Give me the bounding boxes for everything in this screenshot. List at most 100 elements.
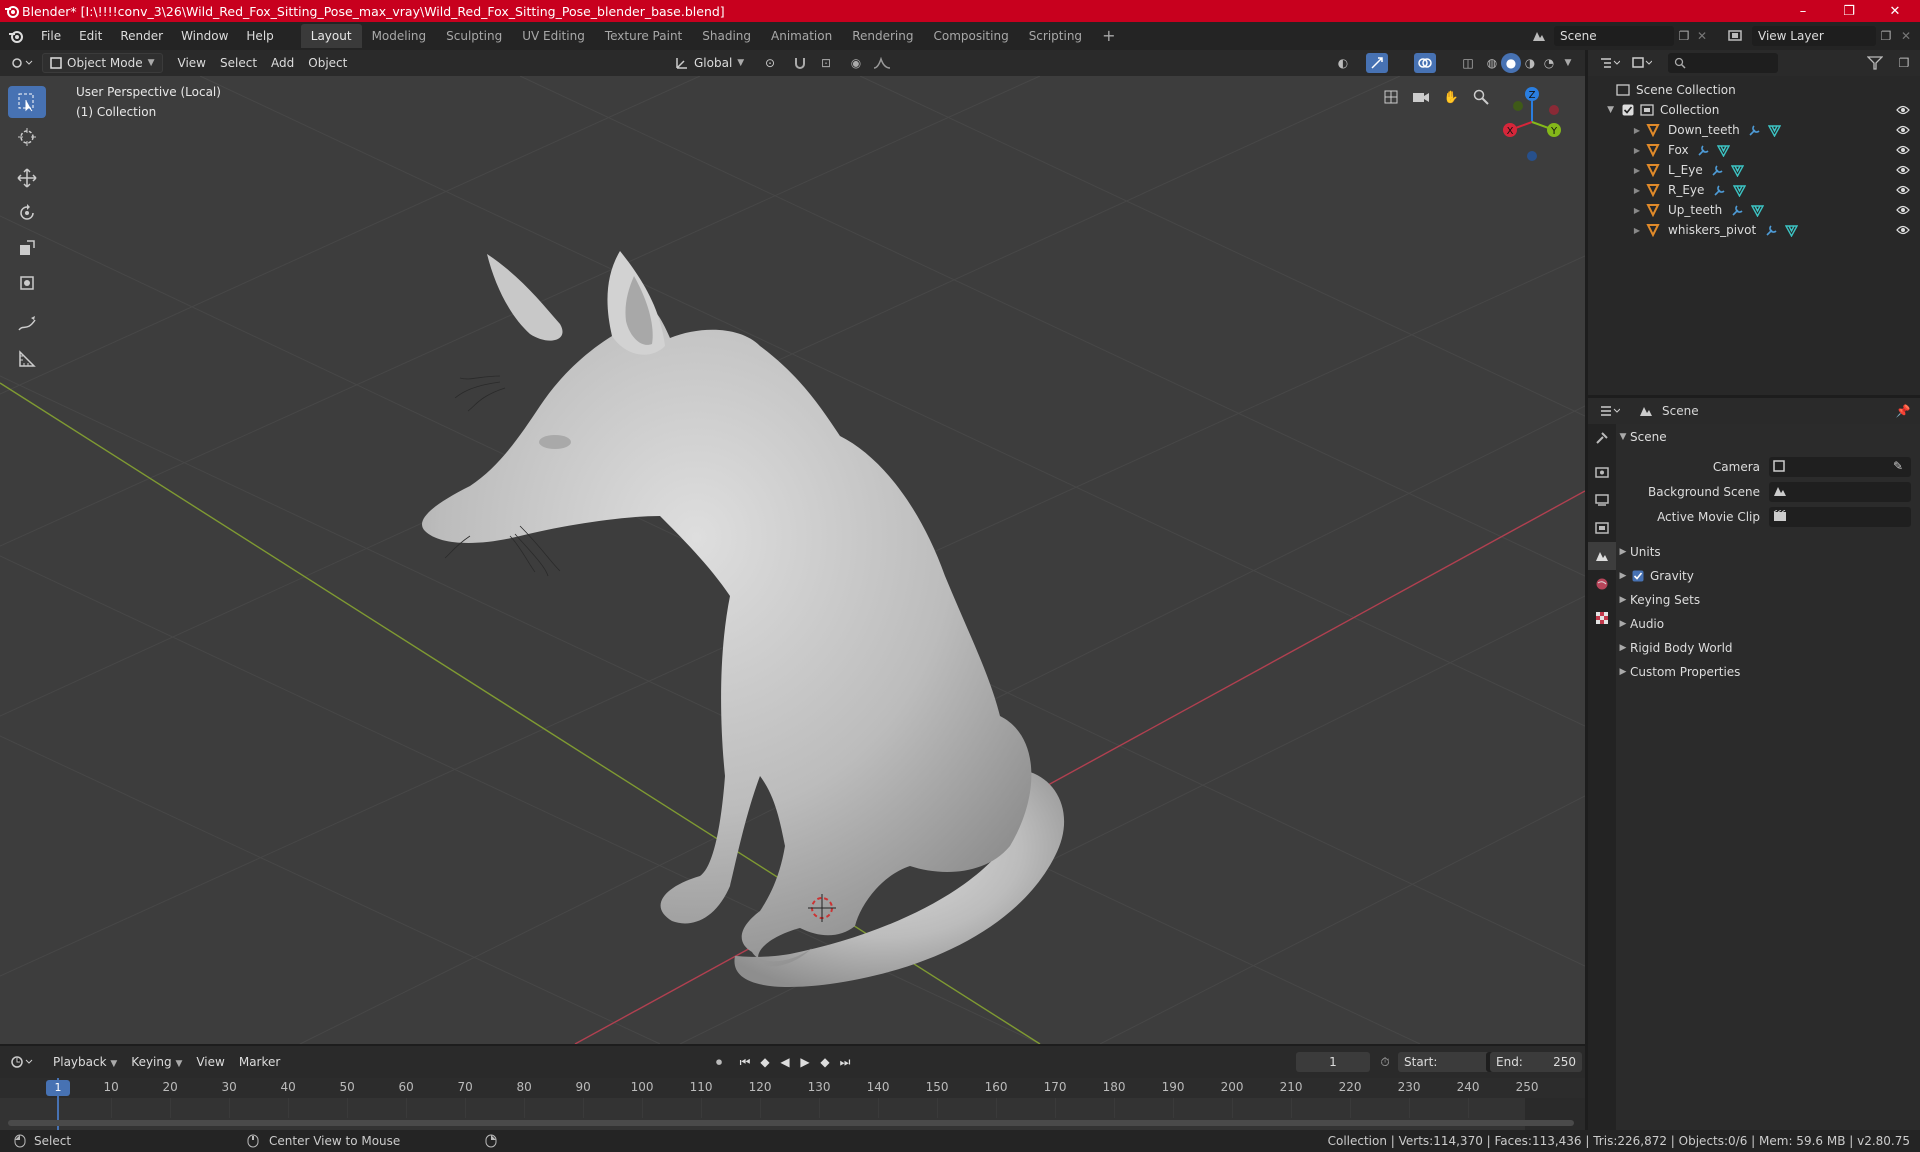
tool-tab-icon[interactable]	[1588, 424, 1616, 452]
delete-view-layer-icon[interactable]: ✕	[1898, 28, 1914, 44]
scene-panel-header[interactable]: ▼ Scene	[1616, 425, 1916, 449]
panel-section[interactable]: ▶ Units	[1616, 540, 1916, 564]
pin-icon[interactable]: 📌	[1894, 402, 1912, 420]
panel-section[interactable]: ▶ Gravity	[1616, 564, 1916, 588]
expand-arrow-icon[interactable]: ▶	[1588, 146, 1640, 155]
modifier-wrench-icon[interactable]	[1748, 124, 1762, 137]
gizmo-toggle-icon[interactable]	[1366, 53, 1388, 73]
solid-shading-icon[interactable]: ●	[1501, 53, 1521, 73]
wireframe-shading-icon[interactable]: ◍	[1482, 54, 1502, 72]
expand-arrow-icon[interactable]: ▶	[1588, 186, 1640, 195]
timeline-scrollbar[interactable]	[8, 1120, 1574, 1126]
modifier-wrench-icon[interactable]	[1730, 204, 1744, 217]
blender-menu-icon[interactable]	[0, 25, 32, 47]
transform-orientation-dropdown[interactable]: Global ▼	[668, 53, 751, 73]
snap-icon[interactable]	[790, 54, 810, 72]
fox-model[interactable]	[422, 251, 1065, 987]
end-frame-field[interactable]: End: 250	[1490, 1052, 1582, 1072]
playhead-frame-label[interactable]: 1	[46, 1080, 70, 1096]
tab-compositing[interactable]: Compositing	[923, 24, 1018, 48]
mesh-data-icon[interactable]	[1784, 224, 1798, 237]
shading-options-icon[interactable]: ▼	[1560, 54, 1576, 72]
eye-icon[interactable]	[1894, 163, 1912, 177]
close-button[interactable]: ✕	[1872, 0, 1918, 22]
menu-help[interactable]: Help	[237, 25, 282, 47]
eye-icon[interactable]	[1894, 103, 1912, 117]
xray-toggle-icon[interactable]: ◫	[1458, 54, 1478, 72]
3d-viewport[interactable]: User Perspective (Local) (1) Collection …	[0, 76, 1585, 1044]
editor-type-icon[interactable]	[6, 53, 38, 73]
menu-file[interactable]: File	[32, 25, 70, 47]
outliner-row-object[interactable]: ▶ whiskers_pivot	[1588, 220, 1920, 240]
outliner-row-object[interactable]: ▶ Fox	[1588, 140, 1920, 160]
timeline-menu-keying[interactable]: Keying ▼	[124, 1052, 189, 1072]
tab-sculpting[interactable]: Sculpting	[436, 24, 512, 48]
tab-uv-editing[interactable]: UV Editing	[512, 24, 595, 48]
overlays-toggle-icon[interactable]	[1414, 53, 1436, 73]
outliner-row-object[interactable]: ▶ Up_teeth	[1588, 200, 1920, 220]
tab-animation[interactable]: Animation	[761, 24, 842, 48]
move-icon[interactable]	[8, 162, 46, 194]
transform-icon[interactable]	[8, 267, 46, 299]
rendered-shading-icon[interactable]: ◔	[1539, 54, 1559, 72]
filter-icon[interactable]	[1862, 54, 1888, 72]
play-reverse-icon[interactable]: ◀	[776, 1053, 794, 1071]
timeline[interactable]: 10 20 30 40 50 60 70 80 90 100 110 120 130 140 150 160 1…	[0, 1078, 1585, 1130]
jump-start-icon[interactable]: ⏮	[736, 1053, 754, 1071]
tab-texture-paint[interactable]: Texture Paint	[595, 24, 692, 48]
annotate-icon[interactable]	[8, 308, 46, 340]
proportional-edit-icon[interactable]: ◉	[848, 54, 864, 72]
viewport-menu-select[interactable]: Select	[213, 53, 264, 73]
falloff-icon[interactable]	[868, 54, 896, 72]
expand-arrow-icon[interactable]: ▶	[1588, 206, 1640, 215]
background-scene-field[interactable]	[1769, 482, 1911, 502]
new-collection-icon[interactable]: ❐	[1894, 54, 1914, 72]
render-tab-icon[interactable]	[1588, 458, 1616, 486]
outliner-row-object[interactable]: ▶ R_Eye	[1588, 180, 1920, 200]
collapse-arrow-icon[interactable]: ▼	[1588, 105, 1614, 115]
scene-selector[interactable]: Scene	[1554, 26, 1674, 46]
texture-tab-icon[interactable]	[1588, 604, 1616, 632]
pan-view-icon[interactable]: ✋	[1438, 84, 1464, 110]
expand-arrow-icon[interactable]: ▶	[1588, 226, 1640, 235]
panel-section[interactable]: ▶ Audio	[1616, 612, 1916, 636]
tab-rendering[interactable]: Rendering	[842, 24, 923, 48]
viewport-menu-object[interactable]: Object	[301, 53, 354, 73]
material-shading-icon[interactable]: ◑	[1520, 54, 1540, 72]
modifier-wrench-icon[interactable]	[1711, 164, 1725, 177]
mesh-data-icon[interactable]	[1731, 164, 1745, 177]
modifier-wrench-icon[interactable]	[1712, 184, 1726, 197]
measure-icon[interactable]	[8, 343, 46, 375]
delete-scene-icon[interactable]: ✕	[1694, 28, 1710, 44]
outliner-row-collection[interactable]: ▼ Collection	[1588, 100, 1920, 120]
play-icon[interactable]: ▶	[796, 1053, 814, 1071]
outliner-editor-type-icon[interactable]	[1594, 53, 1626, 73]
panel-section[interactable]: ▶ Keying Sets	[1616, 588, 1916, 612]
eye-icon[interactable]	[1894, 143, 1912, 157]
expand-arrow-icon[interactable]: ▶	[1588, 166, 1640, 175]
active-movie-clip-field[interactable]	[1769, 507, 1911, 527]
menu-edit[interactable]: Edit	[70, 25, 111, 47]
world-tab-icon[interactable]	[1588, 570, 1616, 598]
new-scene-icon[interactable]: ❐	[1676, 28, 1692, 44]
record-icon[interactable]: ⏺	[710, 1053, 728, 1071]
snap-target-icon[interactable]: ⊡	[812, 54, 840, 72]
rotate-icon[interactable]	[8, 197, 46, 229]
eyedropper-icon[interactable]: ✎	[1893, 459, 1903, 473]
viewport-menu-add[interactable]: Add	[264, 53, 301, 73]
current-frame-field[interactable]: 1	[1296, 1052, 1370, 1072]
timeline-menu-view[interactable]: View	[189, 1052, 231, 1072]
zoom-view-icon[interactable]	[1468, 84, 1494, 110]
scene-icon[interactable]	[1526, 26, 1552, 46]
mesh-data-icon[interactable]	[1750, 204, 1764, 217]
select-box-icon[interactable]	[8, 86, 46, 118]
gravity-checkbox[interactable]	[1630, 570, 1646, 582]
mode-dropdown[interactable]: Object Mode ▼	[42, 53, 163, 73]
view-layer-icon[interactable]	[1722, 26, 1750, 46]
camera-view-icon[interactable]	[1408, 84, 1434, 110]
modifier-wrench-icon[interactable]	[1764, 224, 1778, 237]
scene-tab-icon[interactable]	[1588, 542, 1616, 570]
next-keyframe-icon[interactable]: ◆	[816, 1053, 834, 1071]
timeline-menu-marker[interactable]: Marker	[232, 1052, 287, 1072]
add-workspace-button[interactable]: +	[1092, 24, 1125, 48]
